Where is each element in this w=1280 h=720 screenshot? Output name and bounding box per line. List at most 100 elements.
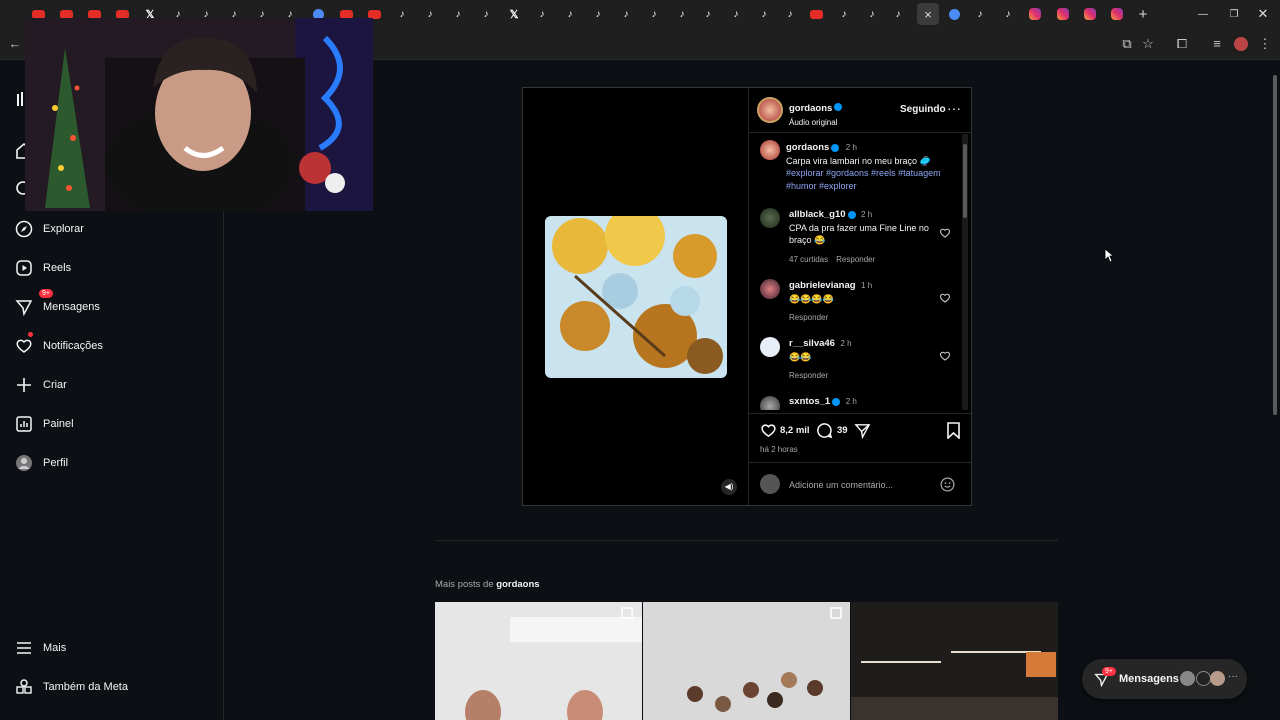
extensions-icon[interactable]: ⧠ (1173, 35, 1191, 53)
instagram-tab-icon[interactable] (1055, 6, 1071, 22)
my-avatar (760, 474, 780, 494)
restore-icon[interactable]: ❐ (1226, 6, 1242, 22)
tiktok-tab-icon[interactable]: ♪ (534, 6, 550, 22)
tiktok-tab-icon[interactable]: ♪ (700, 6, 716, 22)
tiktok-tab-icon[interactable]: ♪ (450, 6, 466, 22)
sidebar-item-label: Também da Meta (43, 681, 128, 693)
save-bookmark-icon[interactable] (946, 422, 961, 439)
reel-video[interactable]: ◀) (523, 88, 748, 505)
tiktok-tab-icon[interactable]: ♪ (394, 6, 410, 22)
close-window-icon[interactable]: ✕ (1255, 6, 1271, 22)
post-header: gordaons Áudio original (789, 98, 843, 127)
tiktok-tab-icon[interactable]: ♪ (674, 6, 690, 22)
comment-username[interactable]: sxntos_1 (789, 396, 830, 407)
page-scrollbar[interactable] (1270, 61, 1280, 720)
tiktok-tab-icon[interactable]: ♪ (864, 6, 880, 22)
comment-time: 2 h (845, 397, 857, 406)
like-comment-icon[interactable] (939, 350, 951, 362)
sidebar-item-perfil[interactable]: Perfil (15, 451, 68, 475)
active-tab[interactable]: × (917, 3, 939, 25)
share-icon[interactable] (854, 422, 871, 439)
sidebar-item-meta[interactable]: Também da Meta (15, 675, 128, 699)
comment-time: 2 h (861, 210, 873, 219)
minimize-icon[interactable]: — (1195, 6, 1211, 22)
caption-username[interactable]: gordaons (786, 142, 829, 153)
instagram-tab-icon[interactable] (1109, 6, 1125, 22)
tiktok-tab-icon[interactable]: ♪ (756, 6, 772, 22)
like-comment-icon[interactable] (939, 292, 951, 304)
sidebar-item-mais[interactable]: Mais (15, 636, 66, 660)
scrollbar-thumb[interactable] (963, 144, 967, 218)
more-posts-user[interactable]: gordaons (496, 579, 539, 590)
sound-toggle-icon[interactable]: ◀) (721, 479, 737, 495)
tiktok-tab-icon[interactable]: ♪ (890, 6, 906, 22)
like-count[interactable]: 8,2 mil (780, 425, 810, 436)
caption-hashtags[interactable]: #humor #explorer (786, 181, 857, 191)
media-controls-icon[interactable]: ≡ (1208, 35, 1226, 53)
tiktok-tab-icon[interactable]: ♪ (590, 6, 606, 22)
divider (749, 413, 971, 414)
comment-username[interactable]: r__silva46 (789, 338, 835, 349)
reply-button[interactable]: Responder (836, 255, 875, 264)
tiktok-tab-icon[interactable]: ♪ (782, 6, 798, 22)
post-thumbnail[interactable] (851, 602, 1058, 720)
sidebar-item-notificacoes[interactable]: Notificações (15, 332, 103, 358)
x-tab-icon[interactable]: 𝕏 (506, 6, 522, 22)
tiktok-tab-icon[interactable]: ♪ (836, 6, 852, 22)
caption-hashtags[interactable]: #explorar #gordaons #reels #tatuagem (786, 168, 941, 178)
post-thumbnail[interactable] (435, 602, 642, 720)
tiktok-tab-icon[interactable]: ♪ (728, 6, 744, 22)
following-button[interactable]: Seguindo (900, 104, 946, 115)
comment-likes[interactable]: 47 curtidas (789, 255, 828, 264)
comments-scrollbar[interactable] (962, 134, 968, 410)
author-avatar[interactable] (757, 97, 783, 123)
youtube-tab-icon[interactable] (808, 6, 824, 22)
comment: allblack_g10 2 h CPA da pra fazer uma Fi… (789, 208, 939, 266)
like-comment-icon[interactable] (939, 227, 951, 239)
comment-avatar[interactable] (760, 396, 780, 410)
instagram-tab-icon[interactable] (1027, 6, 1043, 22)
messages-pill[interactable]: 9+ Mensagens ··· (1082, 659, 1247, 699)
tiktok-tab-icon[interactable]: ♪ (478, 6, 494, 22)
tiktok-tab-icon[interactable]: ♪ (562, 6, 578, 22)
install-app-icon[interactable]: ⧉ (1118, 35, 1136, 53)
comment-count[interactable]: 39 (837, 425, 848, 436)
comment-avatar[interactable] (760, 208, 780, 228)
tiktok-tab-icon[interactable]: ♪ (1000, 6, 1016, 22)
comment-input[interactable]: Adicione um comentário... (789, 480, 893, 490)
sidebar-item-reels[interactable]: Reels (15, 256, 71, 280)
sidebar-item-explorar[interactable]: Explorar (15, 217, 84, 241)
comment-avatar[interactable] (760, 279, 780, 299)
comment-username[interactable]: allblack_g10 (789, 209, 846, 220)
tiktok-tab-icon[interactable]: ♪ (422, 6, 438, 22)
audio-label[interactable]: Áudio original (789, 118, 842, 127)
post-thumbnail[interactable] (643, 602, 850, 720)
tiktok-tab-icon[interactable]: ♪ (646, 6, 662, 22)
more-posts-heading: Mais posts de gordaons (435, 579, 540, 590)
author-username[interactable]: gordaons (789, 103, 832, 114)
comment-text: CPA da pra fazer uma Fine Line no braço … (789, 222, 929, 246)
instagram-tab-icon[interactable] (1082, 6, 1098, 22)
reply-button[interactable]: Responder (789, 313, 828, 322)
emoji-icon[interactable] (940, 477, 955, 492)
back-icon[interactable]: ← (6, 35, 24, 53)
sidebar-item-mensagens[interactable]: 9+ Mensagens (15, 289, 100, 319)
profile-avatar[interactable] (1234, 37, 1248, 51)
comment-username[interactable]: gabrielevianag (789, 280, 856, 291)
like-icon[interactable] (760, 422, 777, 439)
scrollbar-thumb[interactable] (1273, 75, 1277, 415)
tiktok-tab-icon[interactable]: ♪ (618, 6, 634, 22)
sidebar-item-criar[interactable]: Criar (15, 373, 67, 397)
menu-dots-icon[interactable]: ⋮ (1256, 35, 1274, 53)
new-tab-button[interactable]: + (1135, 6, 1151, 23)
tiktok-tab-icon[interactable]: ♪ (972, 6, 988, 22)
sidebar-item-painel[interactable]: Painel (15, 412, 74, 436)
caption-avatar[interactable] (760, 140, 780, 160)
bookmark-star-icon[interactable]: ☆ (1139, 35, 1157, 53)
more-options-icon[interactable]: ··· (947, 100, 961, 116)
reply-button[interactable]: Responder (789, 371, 828, 380)
close-tab-icon[interactable]: × (924, 7, 932, 22)
comment-icon[interactable] (816, 422, 833, 439)
globe-tab-icon[interactable] (946, 6, 962, 22)
comment-avatar[interactable] (760, 337, 780, 357)
